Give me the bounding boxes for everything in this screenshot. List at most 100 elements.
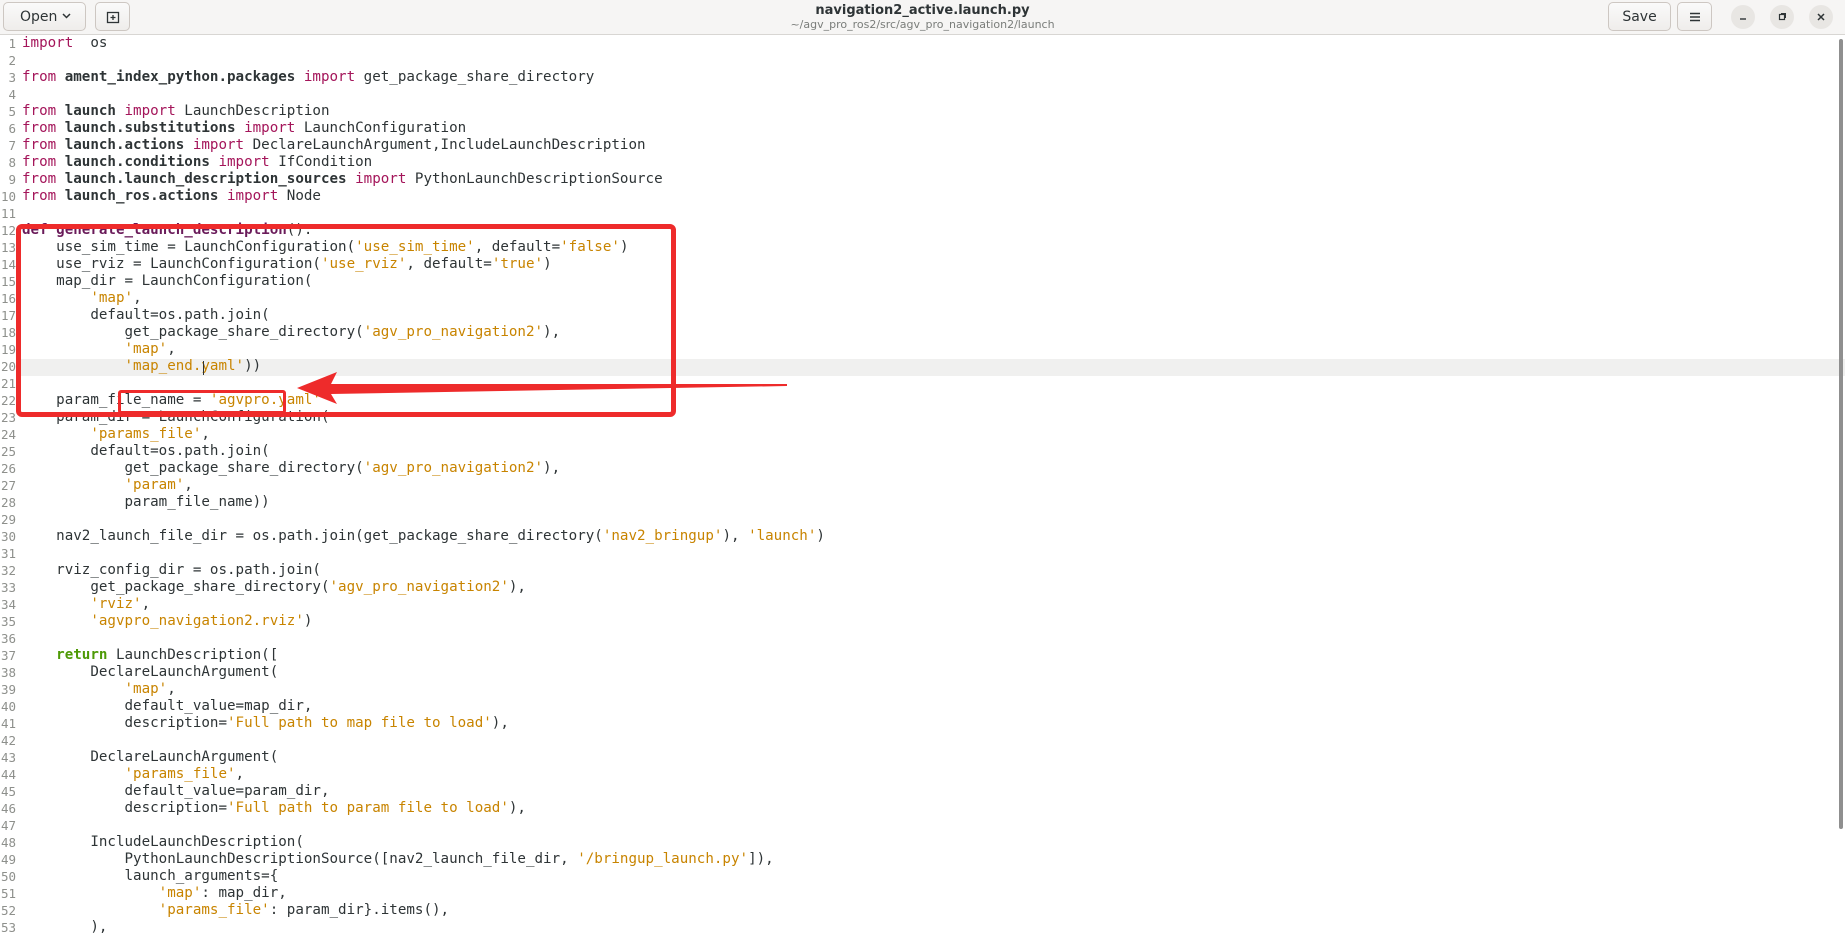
code-token: launch.actions xyxy=(56,137,193,153)
open-button[interactable]: Open xyxy=(3,2,86,31)
line-number: 37 xyxy=(0,648,16,663)
code-text: from launch import LaunchDescription xyxy=(22,103,330,120)
code-token: get_package_share_directory( xyxy=(22,460,364,476)
code-text: get_package_share_directory('agv_pro_nav… xyxy=(22,579,526,596)
line-number: 45 xyxy=(0,784,16,799)
line-number: 29 xyxy=(0,512,16,527)
header-bar: Open navigation2_active.launch.py ~/agv_… xyxy=(0,0,1845,35)
code-token: 'param' xyxy=(124,477,185,493)
line-number: 42 xyxy=(0,733,16,748)
minimize-icon xyxy=(1740,18,1746,20)
code-token: import xyxy=(303,69,356,85)
code-token: : param_dir}.items(), xyxy=(269,902,450,918)
line-number: 1 xyxy=(8,36,16,51)
code-token: ) xyxy=(816,528,825,544)
code-text: default_value=map_dir, xyxy=(22,698,312,715)
code-token: , xyxy=(235,766,245,782)
vertical-scrollbar[interactable] xyxy=(1837,35,1845,835)
code-text: default=os.path.join( xyxy=(22,443,269,460)
code-token: import xyxy=(244,120,296,136)
code-token: 'agv_pro_navigation2' xyxy=(363,460,544,476)
line-number: 32 xyxy=(0,563,16,578)
code-token: nav2_launch_file_dir = os.path.join(get_… xyxy=(22,528,603,544)
code-token: from xyxy=(22,154,57,170)
line-number: 36 xyxy=(0,631,16,646)
code-token: param_file_name)) xyxy=(22,494,270,510)
code-editor[interactable]: 1 import os 2 3 from ament_index_python.pack… xyxy=(0,35,1845,946)
code-token: import xyxy=(124,103,176,119)
code-text: default_value=param_dir, xyxy=(22,783,330,800)
code-text: import os xyxy=(22,35,107,52)
line-number: 33 xyxy=(0,580,16,595)
save-button[interactable]: Save xyxy=(1608,2,1671,31)
code-text: from launch_ros.actions import Node xyxy=(22,188,321,205)
line-number: 50 xyxy=(0,869,16,884)
code-token: PythonLaunchDescriptionSource([nav2_laun… xyxy=(22,851,578,867)
code-token: IfCondition xyxy=(269,154,373,170)
code-token: from xyxy=(22,103,57,119)
code-token: from xyxy=(22,188,57,204)
line-number: 14 xyxy=(0,257,16,272)
code-text: 'param', xyxy=(22,477,193,494)
line-number: 18 xyxy=(0,325,16,340)
code-token: rviz_config_dir = os.path.join( xyxy=(22,562,321,578)
line-number: 35 xyxy=(0,614,16,629)
code-token: launch xyxy=(56,103,125,119)
close-button[interactable] xyxy=(1809,5,1833,29)
maximize-button[interactable] xyxy=(1770,5,1794,29)
code-token: from xyxy=(22,137,57,153)
hamburger-menu-icon xyxy=(1689,12,1700,21)
window-subtitle: ~/agv_pro_ros2/src/agv_pro_navigation2/l… xyxy=(790,18,1055,31)
line-number: 39 xyxy=(0,682,16,697)
line-number: 49 xyxy=(0,852,16,867)
minimize-button[interactable] xyxy=(1731,5,1755,29)
code-text: 'params_file', xyxy=(22,766,245,783)
code-token: ), xyxy=(543,460,561,476)
line-number: 27 xyxy=(0,478,16,493)
menu-button[interactable] xyxy=(1677,2,1712,31)
line-number: 7 xyxy=(8,138,16,153)
code-token: , xyxy=(141,596,151,612)
annotation-arrow-icon xyxy=(297,372,787,404)
line-number: 40 xyxy=(0,699,16,714)
code-token: import xyxy=(192,137,245,153)
code-token: import xyxy=(22,35,74,51)
code-text: ), xyxy=(22,919,107,936)
code-text: 'rviz', xyxy=(22,596,150,613)
code-text: param_file_name)) xyxy=(22,494,270,511)
line-number: 8 xyxy=(8,155,16,170)
code-token: LaunchConfiguration xyxy=(295,120,467,136)
code-token: launch.launch_description_sources xyxy=(56,171,356,187)
line-number: 3 xyxy=(8,70,16,85)
code-token: 'agv_pro_navigation2' xyxy=(329,579,509,595)
line-number: 11 xyxy=(0,206,16,221)
line-number: 24 xyxy=(0,427,16,442)
code-token: launch.conditions xyxy=(56,154,219,170)
scrollbar-thumb[interactable] xyxy=(1839,39,1843,829)
code-token: description= xyxy=(22,715,227,731)
line-number: 4 xyxy=(8,87,16,102)
line-number: 47 xyxy=(0,818,16,833)
code-token: launch_ros.actions xyxy=(56,188,228,204)
code-token: ), xyxy=(508,800,526,816)
code-token: IncludeLaunchDescription( xyxy=(22,834,304,850)
code-token: return xyxy=(56,647,108,663)
code-token: ), xyxy=(508,579,526,595)
new-tab-button[interactable] xyxy=(95,2,130,31)
line-number: 41 xyxy=(0,716,16,731)
code-token: default_value=param_dir, xyxy=(22,783,330,799)
line-number: 15 xyxy=(0,274,16,289)
code-text: PythonLaunchDescriptionSource([nav2_laun… xyxy=(22,851,773,868)
line-number: 9 xyxy=(8,172,16,187)
line-number: 51 xyxy=(0,886,16,901)
line-number: 34 xyxy=(0,597,16,612)
code-token: 'params_file' xyxy=(90,426,202,442)
code-text: from launch.conditions import IfConditio… xyxy=(22,154,372,171)
line-number: 23 xyxy=(0,410,16,425)
open-button-label: Open xyxy=(20,8,58,25)
